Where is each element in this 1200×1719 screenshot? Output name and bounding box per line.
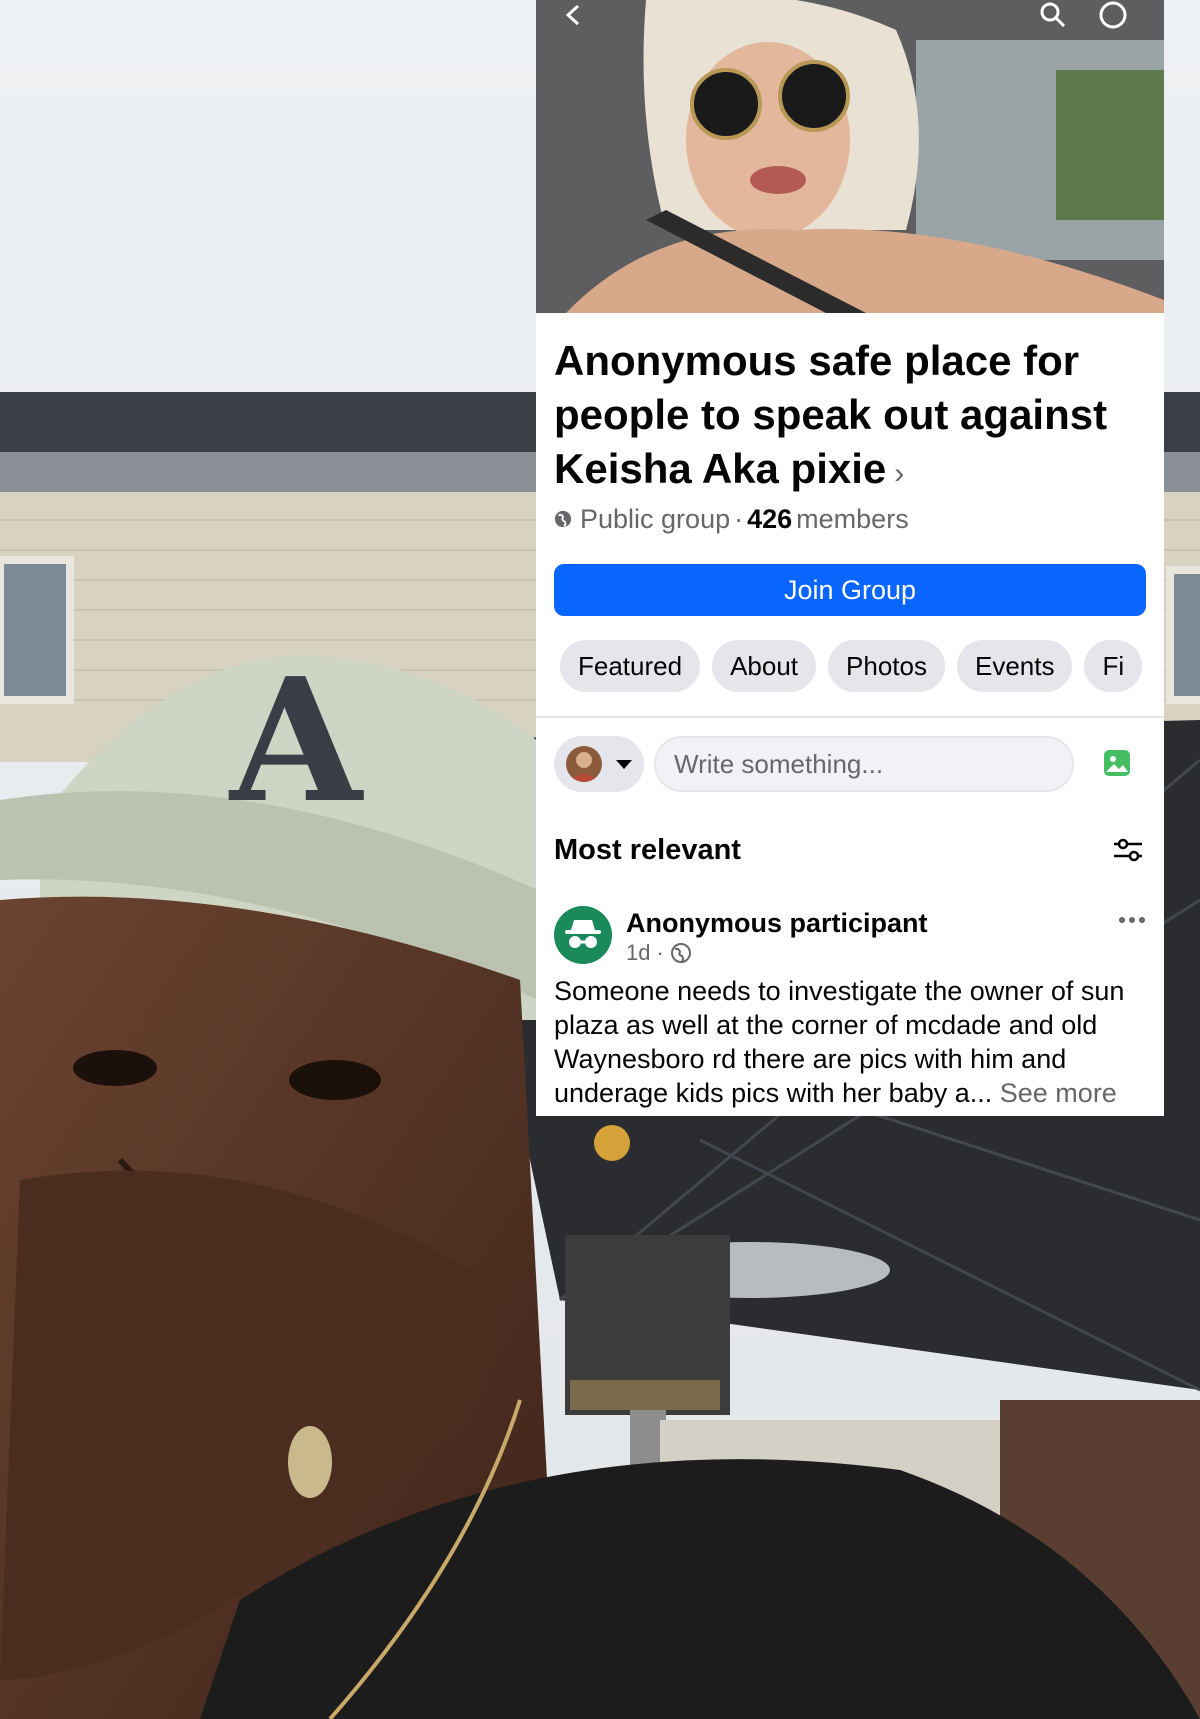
profile-switcher-button[interactable] bbox=[554, 736, 644, 792]
meta-separator: · bbox=[734, 503, 744, 534]
search-icon[interactable] bbox=[1038, 0, 1068, 30]
group-title-text: Anonymous safe place for people to speak… bbox=[554, 337, 1108, 492]
facebook-group-screenshot: Anonymous safe place for people to speak… bbox=[536, 0, 1164, 1116]
svg-text:A: A bbox=[228, 641, 364, 841]
join-group-button[interactable]: Join Group bbox=[554, 564, 1146, 616]
post-time[interactable]: 1d bbox=[626, 940, 650, 966]
tab-photos[interactable]: Photos bbox=[828, 640, 945, 692]
globe-icon bbox=[670, 943, 691, 963]
member-count[interactable]: 426 bbox=[747, 504, 792, 535]
anonymous-incognito-icon[interactable] bbox=[554, 906, 612, 964]
post-meta: 1d · bbox=[626, 940, 692, 966]
tab-about[interactable]: About bbox=[712, 640, 817, 692]
member-label[interactable]: members bbox=[796, 504, 909, 535]
group-title[interactable]: Anonymous safe place for people to speak… bbox=[554, 334, 1154, 501]
filter-icon[interactable] bbox=[1112, 836, 1144, 864]
chevron-right-icon: › bbox=[894, 457, 905, 490]
caret-down-icon bbox=[616, 759, 632, 769]
feed-sort-label[interactable]: Most relevant bbox=[554, 834, 741, 867]
globe-icon bbox=[554, 510, 572, 528]
post-author[interactable]: Anonymous participant bbox=[626, 908, 928, 939]
divider bbox=[536, 716, 1164, 718]
tab-events[interactable]: Events bbox=[956, 640, 1073, 692]
see-more-link[interactable]: See more bbox=[1000, 1078, 1117, 1108]
back-arrow-icon[interactable] bbox=[558, 0, 588, 30]
more-options-icon[interactable] bbox=[1098, 0, 1128, 30]
write-something-input[interactable] bbox=[654, 736, 1074, 792]
post-body: Someone needs to investigate the owner o… bbox=[554, 974, 1154, 1110]
post-meta-separator: · bbox=[656, 940, 664, 965]
group-cover-photo bbox=[536, 0, 1164, 313]
cover-photo-image bbox=[536, 0, 1164, 313]
tab-files[interactable]: Fi bbox=[1084, 640, 1143, 692]
group-meta: Public group · 426 members bbox=[554, 502, 909, 536]
group-privacy: Public group bbox=[580, 503, 731, 534]
group-tabs: Featured About Photos Events Fi bbox=[560, 640, 1143, 692]
tab-featured[interactable]: Featured bbox=[560, 640, 701, 692]
photo-icon[interactable] bbox=[1102, 748, 1132, 778]
ellipsis-icon[interactable] bbox=[1118, 914, 1146, 926]
avatar bbox=[566, 746, 602, 782]
